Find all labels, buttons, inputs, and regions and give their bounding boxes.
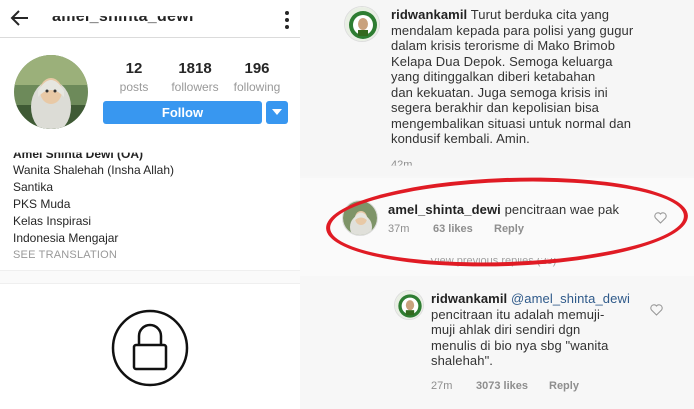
profile-top-bar: amel_shinta_dewi	[0, 0, 300, 38]
chevron-down-icon	[272, 109, 282, 115]
bio-line: Indonesia Mengajar	[13, 231, 119, 245]
followers-stat[interactable]: 1818 followers	[160, 60, 230, 94]
following-count: 196	[244, 60, 270, 77]
comment-likes[interactable]: 3073 likes	[476, 380, 528, 392]
commenter-avatar[interactable]	[344, 6, 380, 42]
back-arrow-icon[interactable]	[10, 8, 30, 28]
reply-button[interactable]: Reply	[549, 380, 579, 392]
see-translation-link[interactable]: SEE TRANSLATION	[13, 249, 117, 261]
bio-full-name: Amel Shinta Dewi (OA)	[13, 147, 144, 161]
comment-text: pencitraan itu adalah memuji- muji ahlak…	[431, 306, 609, 369]
posts-label: posts	[119, 80, 149, 94]
following-stat[interactable]: 196 following	[222, 60, 292, 94]
bio-line: PKS Muda	[13, 197, 71, 211]
comment-timestamp: 42m	[391, 159, 413, 171]
private-lock-icon	[111, 309, 189, 387]
profile-username-header: amel_shinta_dewi	[52, 8, 194, 25]
mention-link[interactable]: @amel_shinta_dewi	[511, 291, 630, 306]
section-divider	[0, 270, 300, 284]
posts-count: 12	[125, 60, 143, 77]
bio-line: Kelas Inspirasi	[13, 214, 92, 228]
follow-button[interactable]: Follow	[103, 101, 262, 124]
posts-stat[interactable]: 12 posts	[99, 60, 169, 94]
bio-line: Wanita Shalehah (Insha Allah)	[13, 163, 174, 177]
comment-body: ridwankamil Turut berduka cita yang mend…	[391, 7, 691, 147]
comment-text: Turut berduka cita yang mendalam kepada …	[391, 7, 634, 146]
more-options-icon[interactable]	[282, 9, 292, 31]
followers-count: 1818	[178, 60, 212, 77]
commenter-avatar[interactable]	[394, 290, 424, 320]
followers-label: followers	[171, 80, 219, 94]
comment-body: ridwankamil @amel_shinta_dewi pencitraan…	[431, 291, 656, 369]
profile-avatar[interactable]	[14, 55, 88, 129]
comment-timestamp: 27m	[431, 380, 453, 392]
comment-item: ridwankamil Turut berduka cita yang mend…	[300, 0, 694, 176]
suggested-dropdown-button[interactable]	[266, 101, 288, 124]
profile-panel: amel_shinta_dewi 12 posts 1818 followers…	[0, 0, 300, 409]
comment-username[interactable]: ridwankamil	[391, 7, 467, 22]
following-label: following	[233, 80, 281, 94]
comment-username[interactable]: ridwankamil	[431, 291, 507, 306]
bio-line: Santika	[13, 180, 54, 194]
like-heart-icon[interactable]	[650, 304, 663, 316]
